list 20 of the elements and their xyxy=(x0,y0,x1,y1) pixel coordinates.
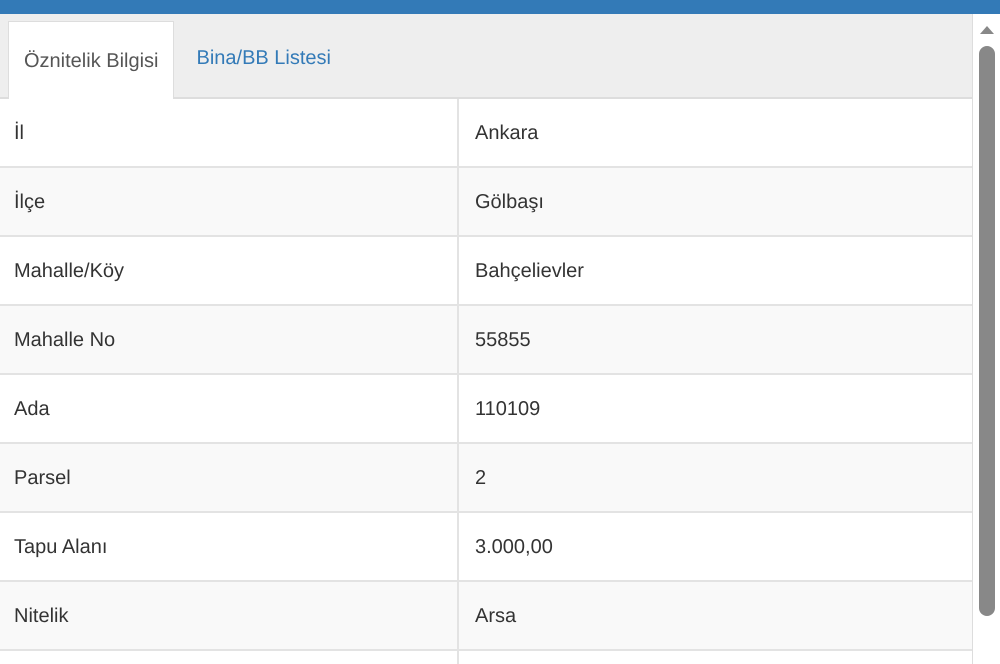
table-cell: Ada xyxy=(0,375,459,442)
table-cell: Parsel xyxy=(0,444,459,511)
table-cell-text: Ankara xyxy=(474,120,540,146)
table-cell-text: Bahçelievler xyxy=(474,258,585,284)
table-cell: İlçe xyxy=(0,168,459,235)
scroll-up-icon[interactable] xyxy=(980,26,994,34)
table-cell: Nitelik xyxy=(0,582,459,649)
table-cell-text: 2 xyxy=(474,466,488,490)
table-cell: İl xyxy=(0,99,459,166)
table-cell-text: 110109 xyxy=(474,396,542,422)
table-cell-text: 3.000,00 xyxy=(474,534,554,560)
scrollbar-thumb[interactable] xyxy=(978,46,994,616)
table-cell-text: Arsa xyxy=(474,604,518,628)
tab[interactable]: Bina/BB Listesi xyxy=(174,19,353,97)
table-cell: Mahalle No xyxy=(0,306,459,373)
table-cell: Mahalle/Köy xyxy=(0,237,459,304)
tab[interactable]: Öznitelik Bilgisi xyxy=(8,21,174,99)
table-cell-text: 55855 xyxy=(474,328,532,352)
table-cell: Tapu Alanı xyxy=(0,513,459,580)
table-cell-text: Gölbaşı xyxy=(474,190,545,214)
